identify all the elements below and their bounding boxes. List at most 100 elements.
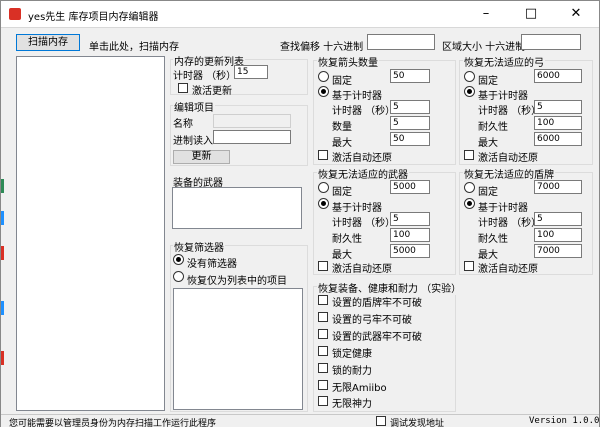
bow-timer-radio[interactable] (464, 86, 475, 97)
shield-timer-based-label: 基于计时器 (478, 203, 528, 214)
bow-max-input[interactable]: 6000 (534, 132, 582, 146)
minimize-icon[interactable]: – (464, 1, 508, 27)
weapon-unbreakable-label: 设置的武器牢不可破 (332, 332, 422, 343)
equipped-weapon-list[interactable] (172, 187, 302, 229)
admin-note: 您可能需要以管理员身份为内存扫描工作运行此程序 (9, 419, 217, 429)
bow-fixed-input[interactable]: 6000 (534, 69, 582, 83)
bow-auto-restore-label: 激活自动还原 (478, 153, 538, 164)
edge-strip (1, 301, 4, 315)
infinite-power-label: 无限神力 (332, 399, 372, 410)
arrows-max-label: 最大 (332, 138, 352, 149)
weapon-durability-input[interactable]: 100 (390, 228, 430, 242)
weapon-fixed-label: 固定 (332, 187, 352, 198)
shield-fixed-input[interactable]: 7000 (534, 180, 582, 194)
scan-memory-button[interactable]: 扫描内存 (16, 34, 80, 51)
no-filter-label: 没有筛选器 (187, 259, 237, 270)
edge-strip (1, 179, 4, 193)
hex-read-input[interactable] (213, 130, 291, 144)
only-list-radio[interactable] (173, 271, 184, 282)
shield-fixed-radio[interactable] (464, 182, 475, 193)
update-timer-input[interactable]: 15 (234, 65, 268, 79)
bow-unbreakable-label: 设置的弓牢不可破 (332, 315, 412, 326)
shield-fixed-label: 固定 (478, 187, 498, 198)
update-button[interactable]: 更新 (173, 150, 230, 164)
shield-max-label: 最大 (478, 250, 498, 261)
only-list-label: 恢复仅为列表中的项目 (187, 276, 287, 287)
find-offset-label: 查找偏移 十六进制 (280, 42, 364, 53)
shield-timer-radio[interactable] (464, 198, 475, 209)
weapon-unbreakable-checkbox[interactable] (318, 329, 328, 339)
arrows-qty-label: 数量 (332, 122, 352, 133)
shield-durability-label: 耐久性 (478, 234, 508, 245)
edge-strip (1, 351, 4, 365)
shield-title: 恢复无法适应的盾牌 (463, 166, 555, 181)
bow-timer-based-label: 基于计时器 (478, 91, 528, 102)
arrows-timer-radio[interactable] (318, 86, 329, 97)
memory-list[interactable] (16, 56, 165, 411)
infinite-amiibo-label: 无限Amiibo (332, 383, 387, 394)
shield-unbreakable-label: 设置的盾牌牢不可破 (332, 298, 422, 309)
main-window: yes先生 库存项目内存编辑器 – □ ✕ 扫描内存 单击此处，扫描内存 查找偏… (0, 0, 600, 429)
region-size-input[interactable] (521, 34, 581, 50)
lock-stamina-label: 锁的耐力 (332, 366, 372, 377)
arrows-fixed-radio[interactable] (318, 71, 329, 82)
shield-durability-input[interactable]: 100 (534, 228, 582, 242)
infinite-amiibo-checkbox[interactable] (318, 380, 328, 390)
lock-stamina-checkbox[interactable] (318, 363, 328, 373)
lock-health-checkbox[interactable] (318, 346, 328, 356)
shield-auto-restore-checkbox[interactable] (464, 261, 474, 271)
bow-title: 恢复无法适应的弓 (463, 54, 545, 69)
edge-strip (1, 211, 4, 225)
weapon-max-input[interactable]: 5000 (390, 244, 430, 258)
window-title: yes先生 库存项目内存编辑器 (28, 12, 159, 23)
bow-auto-restore-checkbox[interactable] (464, 150, 474, 160)
weapon-title: 恢复无法适应的武器 (317, 166, 409, 181)
name-label: 名称 (173, 119, 193, 130)
close-icon[interactable]: ✕ (554, 1, 598, 27)
shield-max-input[interactable]: 7000 (534, 244, 582, 258)
bow-durability-label: 耐久性 (478, 122, 508, 133)
arrows-fixed-input[interactable]: 50 (390, 69, 430, 83)
weapon-timer-input[interactable]: 5 (390, 212, 430, 226)
app-icon (9, 8, 21, 20)
edge-strip (1, 246, 4, 260)
bow-unbreakable-checkbox[interactable] (318, 312, 328, 322)
maximize-icon[interactable]: □ (509, 1, 553, 27)
arrows-timer-input[interactable]: 5 (390, 100, 430, 114)
weapon-fixed-radio[interactable] (318, 182, 329, 193)
lock-health-label: 锁定健康 (332, 349, 372, 360)
arrows-auto-restore-label: 激活自动还原 (332, 153, 392, 164)
filter-items-list[interactable] (173, 288, 303, 410)
arrows-timer-based-label: 基于计时器 (332, 91, 382, 102)
bow-fixed-label: 固定 (478, 76, 498, 87)
shield-unbreakable-checkbox[interactable] (318, 295, 328, 305)
version-label: Version 1.0.0.1 (529, 416, 600, 426)
region-size-label: 区域大小 十六进制 (442, 42, 526, 53)
debug-address-checkbox[interactable] (376, 416, 386, 426)
activate-update-checkbox[interactable] (178, 83, 188, 93)
edit-item-title: 编辑项目 (173, 99, 215, 114)
equip-health-title: 恢复装备、健康和耐力 （实验） (317, 280, 463, 295)
bow-fixed-radio[interactable] (464, 71, 475, 82)
weapon-timer-radio[interactable] (318, 198, 329, 209)
weapon-max-label: 最大 (332, 250, 352, 261)
activate-update-label: 激活更新 (192, 86, 232, 97)
infinite-power-checkbox[interactable] (318, 396, 328, 406)
bow-durability-input[interactable]: 100 (534, 116, 582, 130)
shield-timer-input[interactable]: 5 (534, 212, 582, 226)
bow-timer-label: 计时器 （秒） (478, 106, 542, 117)
arrows-max-input[interactable]: 50 (390, 132, 430, 146)
find-offset-input[interactable] (367, 34, 435, 50)
arrows-title: 恢复箭头数量 (317, 54, 379, 69)
weapon-durability-label: 耐久性 (332, 234, 362, 245)
bow-timer-input[interactable]: 5 (534, 100, 582, 114)
name-input[interactable] (213, 114, 291, 128)
restore-filter-title: 恢复筛选器 (173, 239, 225, 254)
weapon-fixed-input[interactable]: 5000 (390, 180, 430, 194)
weapon-auto-restore-checkbox[interactable] (318, 261, 328, 271)
arrows-auto-restore-checkbox[interactable] (318, 150, 328, 160)
weapon-auto-restore-label: 激活自动还原 (332, 264, 392, 275)
arrows-qty-input[interactable]: 5 (390, 116, 430, 130)
no-filter-radio[interactable] (173, 254, 184, 265)
debug-address-label: 调试发现地址 (390, 419, 445, 429)
